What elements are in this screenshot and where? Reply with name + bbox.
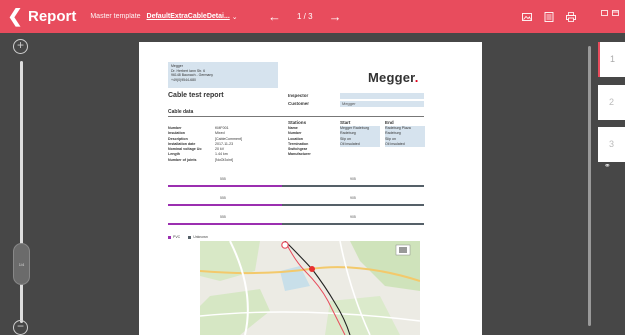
document-scrollbar[interactable] [588,46,591,326]
unknown-segment [282,223,424,226]
station-label: Manufacturer [288,152,311,157]
cable-route-map [200,241,420,335]
megger-logo: Megger. [368,70,419,85]
template-dropdown[interactable]: DefaultExtraCableDetai... [147,13,230,20]
arrow-right-icon[interactable]: → [329,9,342,24]
cable-bar-row: 555 905 [168,215,436,234]
cable-bar-row: 555 905 [168,177,436,196]
back-button[interactable]: ❮ [4,0,26,33]
bar-label: 905 [350,215,356,219]
table-icon[interactable] [544,11,554,22]
bar-label: 555 [220,177,226,181]
window-controls [601,10,619,16]
bar-legend: PVC Unknown [168,235,208,239]
top-bar: ❮ Report Master template DefaultExtraCab… [0,0,625,33]
chevron-down-icon[interactable]: ⌄ [232,13,238,21]
inspector-label: Inspector [288,93,309,98]
end-value: Oil insulated [385,141,425,148]
unknown-segment [282,204,424,207]
station-labels-column: Stations Name Number Location Terminatio… [288,120,334,158]
report-page: Megger Dr. Herbert Iann Str. 6 96148 Bau… [139,42,482,335]
arrow-left-icon[interactable]: ← [268,9,281,24]
zoom-in-icon[interactable]: + [13,39,28,54]
chevron-left-icon: ❮ [7,6,23,26]
cable-values-column: KMF001 Mixed [CableComment] 2017-11-23 2… [215,120,257,163]
bar-label: 905 [350,196,356,200]
page-thumb-1[interactable]: 1 [598,42,625,77]
customer-value: Megger [340,101,424,107]
template-label: Master template [90,13,141,20]
page-indicator: 1 / 3 [297,12,313,21]
page-thumb-2[interactable]: 2 [598,85,625,120]
customer-label: Customer [288,101,310,106]
report-content: Megger Dr. Herbert Iann Str. 6 96148 Bau… [168,62,436,162]
bar-label: 555 [220,215,226,219]
end-values-column: End Radeburg Plaza Radeburg Slip on Oil … [385,120,425,148]
legend-item: Unknown [188,235,208,239]
legend-item: PVC [168,235,180,239]
minimize-icon[interactable] [601,10,608,16]
pvc-segment [168,204,282,207]
page-thumbnails: 1 2 ⚭ 3 [596,42,625,335]
link-icon[interactable]: ⚭ [604,161,611,170]
cable-labels-column: Number Insulation Description Installati… [168,120,210,163]
toolbar [522,0,576,33]
image-icon[interactable] [522,12,532,22]
bar-label: 555 [220,196,226,200]
print-icon[interactable] [566,11,576,22]
unknown-segment [282,185,424,188]
cable-section-bars: 555 905 555 905 555 905 [168,177,436,234]
restore-icon[interactable] [612,10,619,16]
cable-label: Number of joints [168,157,197,162]
page-thumb-3[interactable]: 3 [598,127,625,162]
bar-label: 905 [350,177,356,181]
start-values-column: Start Megger Radeburg Radeburg Slip on O… [340,120,380,148]
address-block: Megger Dr. Herbert Iann Str. 6 96148 Bau… [168,62,278,88]
inspector-value [340,93,424,99]
page-navigator: ← 1 / 3 → [268,0,342,33]
cable-data-heading: Cable data [168,109,424,117]
report-title: Cable test report [168,92,224,99]
zoom-slider-thumb[interactable]: 1/4 [13,243,30,285]
start-value: Oil insulated [340,141,380,148]
zoom-panel: + 1/4 − [0,33,42,335]
cable-value: [NoOfJoint] [215,157,233,162]
pvc-segment [168,185,282,188]
address-line: +49(0)9544-680 [171,77,197,82]
inspector-customer-labels: Inspector Customer [288,92,309,108]
cable-bar-row: 555 905 [168,196,436,215]
zoom-out-icon[interactable]: − [13,320,28,335]
page-title: Report [28,8,77,25]
pvc-segment [168,223,282,226]
